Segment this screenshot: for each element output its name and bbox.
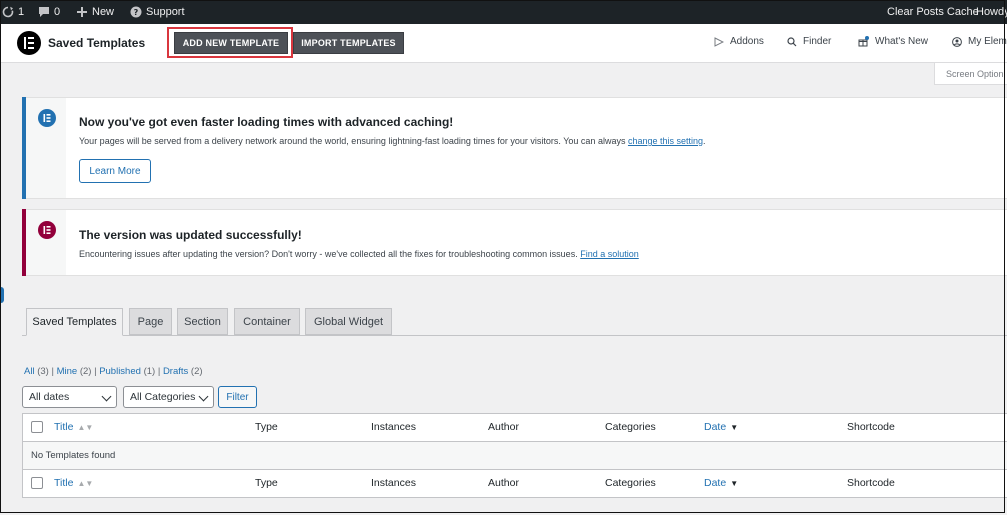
status-views: All (3) | Mine (2) | Published (1) | Dra… <box>24 366 203 377</box>
column-title[interactable]: Title ▲▼ <box>54 470 93 497</box>
notice-title: The version was updated successfully! <box>79 228 302 242</box>
page-title: Saved Templates <box>48 36 146 50</box>
highlight-box <box>167 27 293 58</box>
elementor-info-icon <box>38 221 56 239</box>
select-all-checkbox[interactable] <box>31 477 43 489</box>
elementor-top-bar: Saved Templates ADD NEW TEMPLATE IMPORT … <box>0 24 1007 63</box>
tab-saved-templates[interactable]: Saved Templates <box>26 308 123 336</box>
chevron-down-icon <box>198 391 209 402</box>
user-icon <box>952 36 962 47</box>
howdy-item[interactable]: Howdy <box>976 0 1007 24</box>
version-updated-notice: The version was updated successfully! En… <box>22 209 1007 276</box>
addons-link[interactable]: Addons <box>714 36 764 47</box>
svg-text:?: ? <box>134 8 139 17</box>
sort-icon: ▲▼ <box>77 423 94 432</box>
category-filter-select[interactable]: All Categories <box>123 386 214 408</box>
my-elementor-link[interactable]: My Elem <box>952 36 1007 47</box>
tab-container[interactable]: Container <box>234 308 300 335</box>
whats-new-link[interactable]: What's New <box>858 36 928 47</box>
finder-link[interactable]: Finder <box>787 36 831 47</box>
view-published-link[interactable]: Published (1) <box>99 366 155 377</box>
tab-section[interactable]: Section <box>177 308 228 335</box>
sort-desc-icon: ▼ <box>730 479 739 488</box>
tab-page[interactable]: Page <box>129 308 172 335</box>
comments-item[interactable]: 0 <box>38 0 60 24</box>
change-setting-link[interactable]: change this setting <box>628 136 703 146</box>
sort-desc-icon: ▼ <box>730 423 739 432</box>
view-drafts-link[interactable]: Drafts (2) <box>163 366 203 377</box>
support-item[interactable]: ? Support <box>130 0 185 24</box>
learn-more-button[interactable]: Learn More <box>79 159 151 183</box>
column-instances: Instances <box>371 421 416 433</box>
howdy-label: Howdy <box>976 6 1007 18</box>
finder-label: Finder <box>803 36 832 47</box>
empty-message: No Templates found <box>31 450 116 461</box>
screen-options-button[interactable]: Screen Option <box>934 63 1007 85</box>
addons-label: Addons <box>730 36 764 47</box>
tab-global-widget[interactable]: Global Widget <box>305 308 392 335</box>
date-filter-select[interactable]: All dates <box>22 386 117 408</box>
collapse-handle[interactable] <box>0 287 4 303</box>
updates-item[interactable]: 1 <box>2 0 24 24</box>
updates-count: 1 <box>18 6 25 18</box>
column-type: Type <box>255 421 278 433</box>
column-shortcode: Shortcode <box>847 477 895 489</box>
comment-icon <box>39 7 49 17</box>
addons-icon <box>714 36 724 47</box>
import-templates-button[interactable]: IMPORT TEMPLATES <box>293 32 404 54</box>
templates-table: Title ▲▼ Type Instances Author Categories… <box>22 413 1007 498</box>
notice-text: Encountering issues after updating the v… <box>79 249 639 259</box>
whats-new-label: What's New <box>875 36 929 47</box>
column-author: Author <box>488 421 519 433</box>
new-label: New <box>92 6 115 18</box>
column-title[interactable]: Title ▲▼ <box>54 414 93 441</box>
find-solution-link[interactable]: Find a solution <box>580 249 639 259</box>
filter-button[interactable]: Filter <box>218 386 257 408</box>
gift-icon <box>858 36 869 47</box>
comments-count: 0 <box>54 6 61 18</box>
column-categories: Categories <box>605 477 656 489</box>
notice-text: Your pages will be served from a deliver… <box>79 136 706 146</box>
column-instances: Instances <box>371 477 416 489</box>
table-row: No Templates found <box>23 442 1007 470</box>
view-all-link[interactable]: All (3) <box>24 366 49 377</box>
tabs-divider <box>22 335 1007 336</box>
clear-cache-label: Clear Posts Cache <box>887 6 979 18</box>
view-mine-link[interactable]: Mine (2) <box>57 366 92 377</box>
support-label: Support <box>146 6 185 18</box>
help-icon: ? <box>130 6 142 18</box>
new-item[interactable]: New <box>76 0 114 24</box>
elementor-logo-icon <box>17 31 41 55</box>
notice-title: Now you've got even faster loading times… <box>79 115 454 129</box>
column-author: Author <box>488 477 519 489</box>
column-type: Type <box>255 477 278 489</box>
column-date[interactable]: Date ▼ <box>704 414 738 441</box>
search-icon <box>787 36 797 46</box>
table-footer-row: Title ▲▼ Type Instances Author Categories… <box>23 470 1007 497</box>
table-header-row: Title ▲▼ Type Instances Author Categories… <box>23 414 1007 442</box>
elementor-info-icon <box>38 109 56 127</box>
updates-icon <box>2 6 14 18</box>
my-elementor-label: My Elem <box>968 36 1007 47</box>
column-shortcode: Shortcode <box>847 421 895 433</box>
clear-cache-item[interactable]: Clear Posts Cache <box>887 0 979 24</box>
admin-bar: 1 0 New ? Support Clear Posts Cache Howd… <box>0 0 1007 24</box>
sort-icon: ▲▼ <box>77 479 94 488</box>
column-date[interactable]: Date ▼ <box>704 470 738 497</box>
caching-notice: Now you've got even faster loading times… <box>22 97 1007 199</box>
select-all-checkbox[interactable] <box>31 421 43 433</box>
plus-icon <box>77 7 87 17</box>
chevron-down-icon <box>101 391 112 402</box>
column-categories: Categories <box>605 421 656 433</box>
